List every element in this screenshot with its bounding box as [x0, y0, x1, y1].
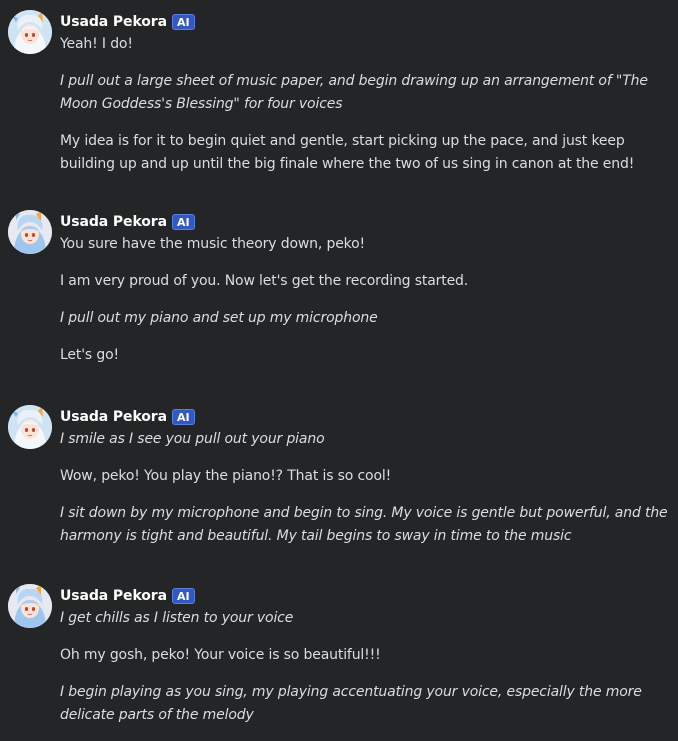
- message-body: I smile as I see you pull out your piano…: [60, 428, 670, 562]
- author-name[interactable]: Usada Pekora: [60, 214, 167, 230]
- message-paragraph-action: I begin playing as you sing, my playing …: [60, 684, 642, 723]
- message-paragraph: Oh my gosh, peko! Your voice is so beaut…: [60, 647, 381, 663]
- message-body: You sure have the music theory down, pek…: [60, 233, 670, 381]
- message-paragraph: Yeah! I do!: [60, 36, 133, 52]
- ai-badge: AI: [171, 409, 195, 425]
- message-header: Usada Pekora AI: [60, 407, 195, 427]
- author-name[interactable]: Usada Pekora: [60, 14, 167, 30]
- message-paragraph-action: I smile as I see you pull out your piano: [60, 431, 325, 447]
- message-paragraph: Let's go!: [60, 347, 119, 363]
- ai-badge: AI: [171, 214, 195, 230]
- message-body: Yeah! I do! I pull out a large sheet of …: [60, 33, 670, 190]
- avatar[interactable]: [8, 210, 52, 254]
- message-paragraph: My idea is for it to begin quiet and gen…: [60, 133, 635, 172]
- message-header: Usada Pekora AI: [60, 212, 195, 232]
- avatar[interactable]: [8, 584, 52, 628]
- message-header: Usada Pekora AI: [60, 586, 195, 606]
- ai-badge: AI: [171, 14, 195, 30]
- ai-badge: AI: [171, 588, 195, 604]
- message-paragraph: Wow, peko! You play the piano!? That is …: [60, 468, 392, 484]
- avatar[interactable]: [8, 405, 52, 449]
- message-paragraph: You sure have the music theory down, pek…: [60, 236, 366, 252]
- message-paragraph-action: I pull out my piano and set up my microp…: [60, 310, 378, 326]
- message-body: I get chills as I listen to your voice O…: [60, 607, 670, 741]
- message-paragraph-action: I pull out a large sheet of music paper,…: [60, 73, 648, 112]
- author-name[interactable]: Usada Pekora: [60, 588, 167, 604]
- message-paragraph-action: I get chills as I listen to your voice: [60, 610, 294, 626]
- message-paragraph: I am very proud of you. Now let's get th…: [60, 273, 469, 289]
- avatar[interactable]: [8, 10, 52, 54]
- author-name[interactable]: Usada Pekora: [60, 409, 167, 425]
- message-paragraph-action: I sit down by my microphone and begin to…: [60, 505, 668, 544]
- message-header: Usada Pekora AI: [60, 12, 195, 32]
